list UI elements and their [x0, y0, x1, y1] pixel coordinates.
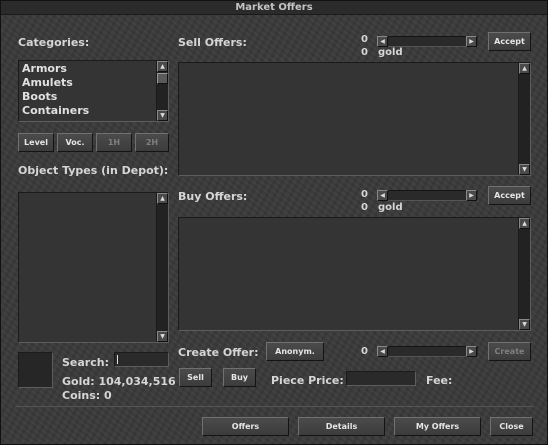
scroll-up-icon[interactable]: ▲ — [157, 61, 168, 72]
slider-left-icon[interactable]: ◀ — [377, 36, 388, 47]
slider-right-icon[interactable]: ▶ — [466, 36, 477, 47]
scroll-up-icon[interactable]: ▲ — [519, 218, 530, 229]
window-title: Market Offers — [1, 1, 547, 15]
buy-amount-slider[interactable]: ◀ ▶ — [377, 190, 478, 201]
market-window: Market Offers Categories: Armors Amulets… — [0, 0, 548, 445]
create-amount-value: 0 — [361, 346, 368, 357]
one-hand-filter-button[interactable]: 1H — [96, 133, 132, 152]
sell-amount-slider[interactable]: ◀ ▶ — [377, 36, 478, 47]
piece-price-label: Piece Price: — [271, 374, 344, 387]
gold-balance: Gold: 104,034,516 — [62, 375, 176, 388]
buy-offers-label: Buy Offers: — [178, 190, 248, 203]
category-item-amulets[interactable]: Amulets — [22, 76, 73, 89]
slider-right-icon[interactable]: ▶ — [466, 346, 477, 357]
scroll-thumb[interactable] — [157, 73, 168, 84]
sell-accept-button[interactable]: Accept — [488, 32, 531, 51]
categories-list[interactable]: Armors Amulets Boots Containers ▲ ▼ — [18, 60, 169, 122]
scroll-down-icon[interactable]: ▼ — [519, 164, 530, 175]
buy-gold-label: gold — [378, 202, 403, 213]
sell-offers-label: Sell Offers: — [178, 36, 247, 49]
sell-amount-value: 0 — [361, 34, 368, 45]
object-types-scrollbar[interactable]: ▲ ▼ — [156, 193, 168, 342]
create-offer-label: Create Offer: — [178, 346, 259, 359]
two-hand-filter-button[interactable]: 2H — [135, 133, 169, 152]
create-offer-button[interactable]: Create — [488, 342, 531, 361]
scroll-down-icon[interactable]: ▼ — [157, 331, 168, 342]
sell-gold-label: gold — [378, 47, 403, 58]
close-button[interactable]: Close — [490, 417, 533, 436]
footer-divider — [15, 406, 534, 407]
sell-gold-amount: 0 — [361, 47, 368, 58]
create-amount-slider[interactable]: ◀ ▶ — [377, 346, 478, 357]
scroll-down-icon[interactable]: ▼ — [157, 110, 168, 121]
sell-offers-list[interactable]: ▲ ▼ — [178, 62, 531, 176]
buy-offer-type-button[interactable]: Buy — [223, 368, 256, 387]
categories-label: Categories: — [18, 36, 90, 49]
text-cursor — [117, 355, 118, 364]
buy-accept-button[interactable]: Accept — [488, 186, 531, 205]
fee-label: Fee: — [426, 374, 453, 387]
level-filter-button[interactable]: Level — [18, 133, 54, 152]
category-item-boots[interactable]: Boots — [22, 90, 57, 103]
piece-price-input[interactable] — [346, 371, 416, 386]
offers-button[interactable]: Offers — [202, 417, 289, 436]
buy-offers-scrollbar[interactable]: ▲ ▼ — [518, 218, 530, 330]
item-preview-slot — [18, 352, 53, 388]
slider-left-icon[interactable]: ◀ — [377, 346, 388, 357]
details-button[interactable]: Details — [298, 417, 385, 436]
vocation-filter-button[interactable]: Voc. — [57, 133, 93, 152]
anonymous-button[interactable]: Anonym. — [266, 342, 324, 361]
buy-gold-amount: 0 — [361, 202, 368, 213]
coins-balance: Coins: 0 — [62, 389, 112, 402]
scroll-up-icon[interactable]: ▲ — [519, 63, 530, 74]
slider-left-icon[interactable]: ◀ — [377, 190, 388, 201]
sell-offers-scrollbar[interactable]: ▲ ▼ — [518, 63, 530, 175]
category-item-armors[interactable]: Armors — [22, 62, 67, 75]
sell-offer-type-button[interactable]: Sell — [179, 368, 212, 387]
object-types-list[interactable]: ▲ ▼ — [18, 192, 169, 343]
scroll-down-icon[interactable]: ▼ — [519, 319, 530, 330]
object-types-label: Object Types (in Depot): — [18, 164, 169, 177]
slider-right-icon[interactable]: ▶ — [466, 190, 477, 201]
buy-offers-list[interactable]: ▲ ▼ — [178, 217, 531, 331]
scroll-up-icon[interactable]: ▲ — [157, 193, 168, 204]
search-label: Search: — [62, 356, 109, 369]
my-offers-button[interactable]: My Offers — [394, 417, 481, 436]
buy-amount-value: 0 — [361, 189, 368, 200]
category-item-containers[interactable]: Containers — [22, 104, 89, 117]
search-input[interactable] — [114, 352, 169, 367]
categories-scrollbar[interactable]: ▲ ▼ — [156, 61, 168, 121]
